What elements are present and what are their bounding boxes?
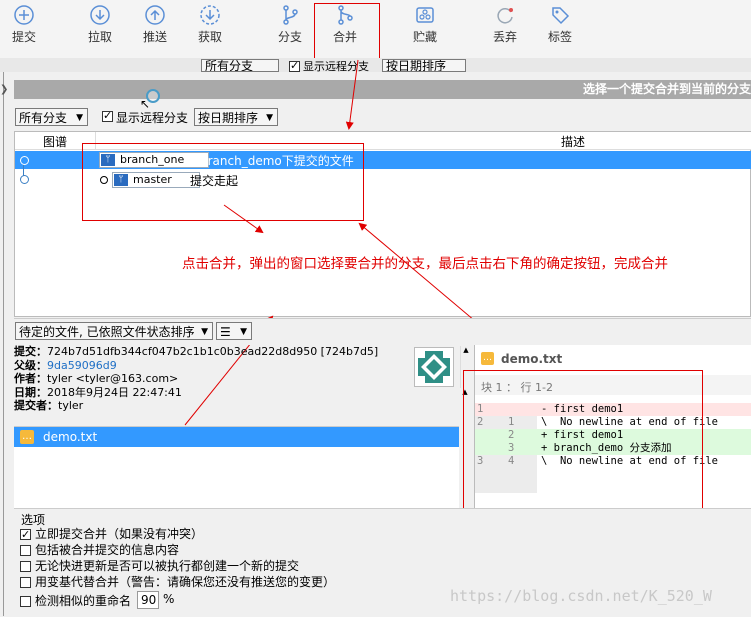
file-list-item[interactable]: … demo.txt bbox=[14, 427, 471, 447]
percent-label: % bbox=[163, 592, 175, 606]
committer: tyler bbox=[58, 399, 84, 413]
identicon-icon bbox=[418, 351, 450, 383]
view-mode-dropdown[interactable]: ☰ ▼ bbox=[216, 322, 252, 340]
options-title: 选项 bbox=[21, 513, 46, 527]
file-name: demo.txt bbox=[43, 430, 98, 444]
list-icon: ☰ bbox=[220, 325, 231, 339]
modified-file-icon: … bbox=[481, 352, 494, 365]
modified-file-icon: … bbox=[20, 430, 34, 444]
checkbox[interactable] bbox=[20, 561, 31, 572]
file-sort-dropdown[interactable]: 待定的文件, 已依照文件状态排序 ▼ bbox=[15, 322, 213, 340]
commit-details: 提交：724b7d51dfb344cf047b2c1b1c0b3ead22d8d… bbox=[14, 345, 379, 413]
diff-file-name: demo.txt bbox=[501, 352, 563, 366]
watermark: https://blog.csdn.net/K_520_W bbox=[450, 587, 712, 605]
parent-hash-link[interactable]: 9da59096d9 bbox=[47, 359, 117, 372]
checkbox[interactable] bbox=[20, 545, 31, 556]
file-list: … demo.txt bbox=[14, 426, 471, 509]
rename-threshold-input[interactable]: 90 bbox=[137, 591, 159, 609]
commit-hash: 724b7d51dfb344cf047b2c1b1c0b3ead22d8d950… bbox=[47, 345, 379, 358]
avatar bbox=[414, 347, 454, 387]
author: tyler <tyler@163.com> bbox=[47, 372, 179, 386]
checkbox[interactable] bbox=[20, 596, 31, 607]
checkbox[interactable] bbox=[20, 527, 31, 542]
checkbox[interactable] bbox=[20, 577, 31, 588]
commit-date: 2018年9月24日 22:47:41 bbox=[47, 385, 182, 399]
